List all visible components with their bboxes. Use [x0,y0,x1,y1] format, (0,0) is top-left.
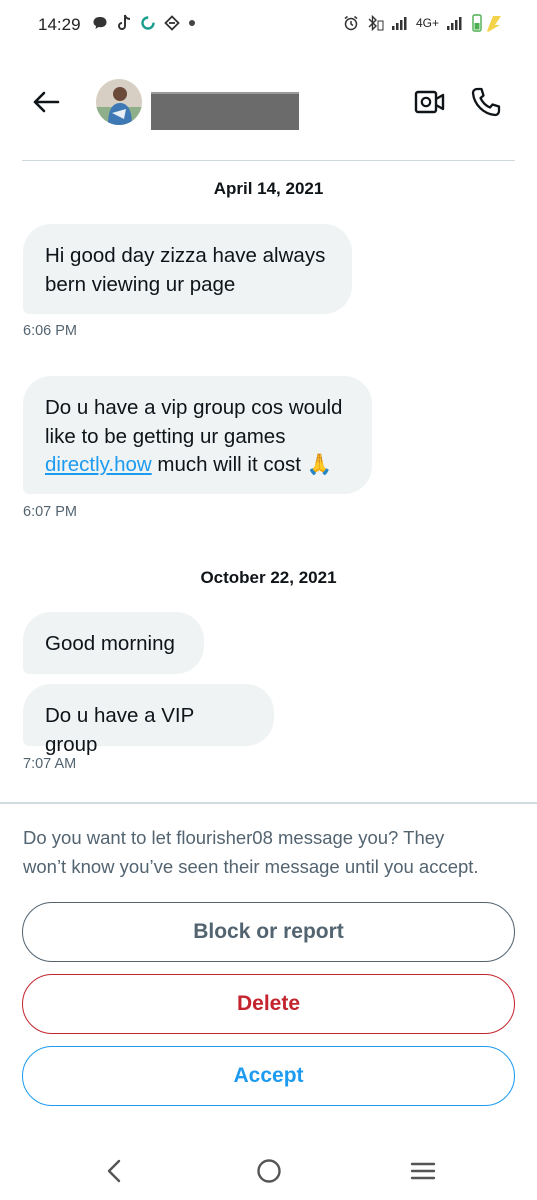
message-bubble[interactable]: Hi good day zizza have always bern viewi… [23,224,352,314]
message-timestamp: 7:07 AM [23,756,77,772]
dot-icon [189,20,195,26]
avatar-image [96,79,142,125]
message-text: Hi good day zizza have always [45,244,326,267]
tag-icon [164,15,180,31]
home-circle-icon [257,1159,281,1183]
bluetooth-icon [368,15,384,31]
message-bubble[interactable]: Do u have a vip group cos would like to … [23,376,372,494]
message-text-line: directly.how much will it cost 🙏 [45,451,350,480]
chevron-left-icon [107,1159,121,1183]
conversation-header [0,62,537,142]
avatar[interactable] [96,79,142,125]
back-button[interactable] [30,86,62,118]
nav-recents-button[interactable] [409,1160,437,1182]
message-bubble[interactable]: Do u have a VIP group [23,684,274,756]
signal-icon [447,17,462,30]
redacted-username [151,92,299,130]
message-text: Do u have a VIP group [45,704,194,756]
phone-icon [471,87,501,117]
signal-icon [391,17,407,30]
request-divider [0,802,537,804]
message-request-prompt: Do you want to let flourisher08 message … [23,824,523,881]
menu-lines-icon [410,1162,436,1180]
status-time: 14:29 [38,15,81,34]
video-call-button[interactable] [414,88,446,116]
network-type-label: 4G+ [415,16,439,30]
system-icons: 4G+ [343,13,503,33]
delete-button[interactable]: Delete [22,974,515,1034]
prompt-line: won’t know you’ve seen their message unt… [23,855,479,877]
message-text: like to be getting ur games [45,424,286,448]
message-text: much will it cost 🙏 [151,453,333,476]
alarm-icon [344,15,358,31]
date-separator: October 22, 2021 [200,568,337,587]
accept-button[interactable]: Accept [22,1046,515,1106]
message-bubble[interactable]: Good morning [23,612,204,674]
nav-home-button[interactable] [256,1158,282,1184]
date-separator: April 14, 2021 [213,179,324,198]
sync-icon [141,16,155,30]
message-timestamp: 6:06 PM [23,323,77,339]
message-link[interactable]: directly.how [45,453,152,476]
battery-icon [472,14,501,32]
message-text: Do u have a vip group cos would [45,396,343,419]
voice-call-button[interactable] [470,86,502,118]
message-timestamp: 6:07 PM [23,504,77,520]
notification-icons [92,14,196,32]
header-divider [22,160,515,161]
video-icon [414,90,445,114]
message-text: Good morning [45,632,175,655]
tiktok-icon [118,14,131,30]
nav-back-button[interactable] [102,1157,126,1185]
arrow-left-icon [33,91,60,113]
chat-bubble-icon [93,17,107,29]
prompt-line: Do you want to let flourisher08 message … [23,827,445,848]
block-or-report-button[interactable]: Block or report [22,902,515,962]
message-text: bern viewing ur page [45,272,236,296]
status-bar: 14:29 4G+ [0,0,537,52]
